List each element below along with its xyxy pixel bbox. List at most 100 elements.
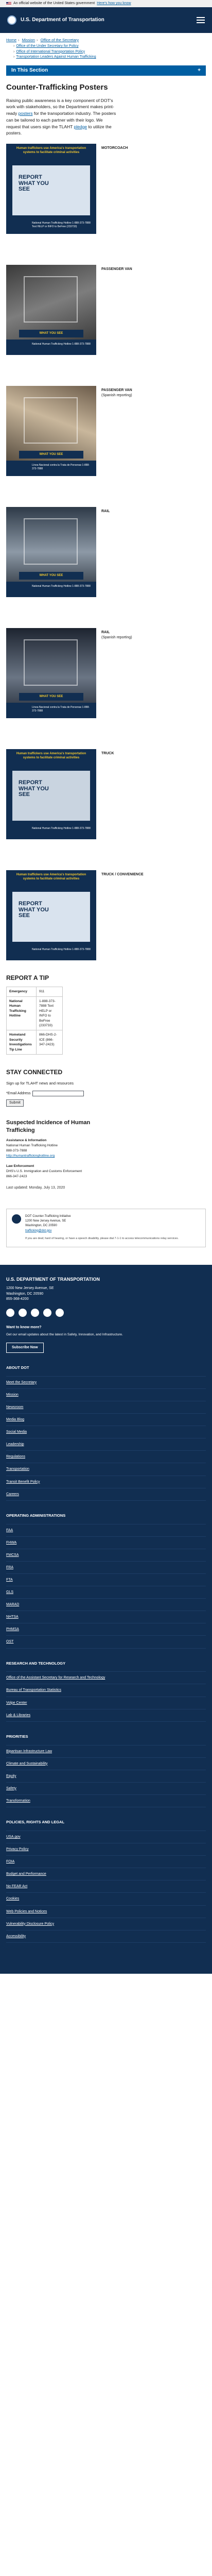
in-this-section-toggle[interactable]: In This Section + — [6, 65, 206, 76]
footer-link[interactable]: Bipartisan Infrastructure Law — [6, 1750, 52, 1753]
org-email-link[interactable]: trafficking@dot.gov — [25, 1229, 51, 1232]
footer-link[interactable]: Meet the Secretary — [6, 1381, 37, 1384]
footer-link[interactable]: Budget and Performance — [6, 1872, 46, 1876]
footer-link[interactable]: GLS — [6, 1590, 13, 1594]
breadcrumb-item: Transportation Leaders Against Human Tra… — [13, 55, 206, 60]
footer-link[interactable]: Privacy Policy — [6, 1848, 29, 1851]
email-field[interactable] — [32, 1091, 84, 1097]
poster-passenger-van[interactable]: WHAT YOU SEE National Human Trafficking … — [6, 265, 96, 355]
footer-want-text: Get our email updates about the latest i… — [6, 1333, 123, 1336]
footer-link[interactable]: Equity — [6, 1774, 16, 1778]
footer-link[interactable]: OST — [6, 1640, 13, 1643]
footer-link[interactable]: FRA — [6, 1566, 13, 1569]
breadcrumb-link[interactable]: Transportation Leaders Against Human Tra… — [16, 55, 96, 59]
table-row: Emergency 911 — [6, 987, 63, 997]
poster-row-motorcoach: Human traffickers use America's transpor… — [6, 144, 206, 234]
poster-rail[interactable]: WHAT YOU SEE National Human Trafficking … — [6, 507, 96, 597]
footer-group-operating: Operating Administrations FAA FHWA FMCSA… — [6, 1513, 206, 1649]
footer-link[interactable]: PHMSA — [6, 1628, 19, 1631]
in-this-section-label: In This Section — [11, 67, 48, 73]
footer-link[interactable]: NHTSA — [6, 1615, 19, 1619]
breadcrumb-office-secretary[interactable]: Office of the Secretary — [41, 38, 79, 42]
site-logo[interactable]: U.S. Department of Transportation — [7, 15, 104, 25]
posters-link[interactable]: posters — [19, 111, 33, 116]
footer-link[interactable]: Transformation — [6, 1799, 30, 1803]
poster-report-text: REPORT WHAT YOU SEE — [19, 174, 49, 193]
poster-headline: Human traffickers use America's transpor… — [16, 873, 86, 880]
footer-link[interactable]: Web Policies and Notices — [6, 1910, 47, 1913]
footer-link[interactable]: Volpe Center — [6, 1701, 27, 1705]
footer-link[interactable]: Transit Benefit Policy — [6, 1480, 40, 1484]
footer-link[interactable]: FMCSA — [6, 1553, 19, 1557]
hotline-link[interactable]: http://humantraffickinghotline.org — [6, 1154, 55, 1158]
footer-link[interactable]: Leadership — [6, 1443, 24, 1446]
footer-link[interactable]: Media Blog — [6, 1418, 24, 1421]
poster-motorcoach[interactable]: Human traffickers use America's transpor… — [6, 144, 96, 234]
poster-caption: Motorcoach — [101, 146, 128, 150]
assistance-heading: Assistance & Information — [6, 1139, 47, 1143]
footer-social — [6, 1308, 206, 1317]
poster-row-passenger-van-spanish: WHAT YOU SEE Línea Nacional contra la Tr… — [6, 386, 206, 476]
law-enforcement-block: Law Enforcement DHS's U.S. Immigration a… — [6, 1164, 206, 1179]
footer-link[interactable]: Newsroom — [6, 1405, 23, 1409]
footer-link[interactable]: USA.gov — [6, 1835, 21, 1839]
footer-link[interactable]: Social Media — [6, 1430, 27, 1434]
facebook-icon[interactable] — [6, 1308, 14, 1317]
breadcrumb-sublist: Office of the Under Secretary for Policy… — [6, 44, 206, 60]
poster-truck-convenience[interactable]: Human traffickers use America's transpor… — [6, 870, 96, 960]
footer-link[interactable]: FAA — [6, 1529, 13, 1532]
footer-link[interactable]: FTA — [6, 1578, 13, 1582]
breadcrumb-link[interactable]: Office of the Under Secretary for Policy — [16, 44, 78, 48]
footer-link[interactable]: Climate and Sustainability — [6, 1762, 48, 1766]
poster-passenger-van-spanish[interactable]: WHAT YOU SEE Línea Nacional contra la Tr… — [6, 386, 96, 476]
footer-link[interactable]: Vulnerability Disclosure Policy — [6, 1922, 54, 1926]
submit-button[interactable]: Submit — [6, 1099, 24, 1107]
twitter-icon[interactable] — [19, 1308, 27, 1317]
poster-truck[interactable]: Human traffickers use America's transpor… — [6, 749, 96, 839]
footer-group-title: Priorities — [6, 1734, 206, 1745]
footer-group-about: About DOT Meet the Secretary Mission New… — [6, 1365, 206, 1501]
org-name: DOT Counter-Trafficking Initiative — [25, 1214, 71, 1218]
instagram-icon[interactable] — [31, 1308, 39, 1317]
breadcrumb: Home› Mission› Office of the Secretary O… — [0, 33, 212, 60]
email-label: *Email Address — [6, 1091, 31, 1095]
footer-link[interactable]: FHWA — [6, 1541, 16, 1545]
footer-link[interactable]: Mission — [6, 1393, 19, 1397]
footer-link[interactable]: Regulations — [6, 1455, 25, 1459]
footer-link[interactable]: Accessibility — [6, 1935, 26, 1938]
breadcrumb-home[interactable]: Home — [6, 38, 16, 42]
poster-footer-text: National Human Trafficking Hotline 1-888… — [32, 343, 91, 346]
footer-group-title: Research and Technology — [6, 1661, 206, 1672]
poster-row-rail: WHAT YOU SEE National Human Trafficking … — [6, 507, 206, 597]
linkedin-icon[interactable] — [43, 1308, 51, 1317]
footer-link[interactable]: FOIA — [6, 1860, 14, 1863]
agency-name: U.S. Department of Transportation — [21, 16, 104, 23]
footer-link[interactable]: Safety — [6, 1787, 16, 1790]
table-cell: National Human Trafficking Hotline — [6, 996, 37, 1031]
footer-link[interactable]: No FEAR Act — [6, 1885, 27, 1888]
footer-link[interactable]: Bureau of Transportation Statistics — [6, 1688, 61, 1692]
breadcrumb-item: Office of the Under Secretary for Policy — [13, 44, 206, 49]
footer-address: 1200 New Jersey Avenue, SE Washington, D… — [6, 1286, 54, 1301]
law-enforcement-phone: 866-347-2423 — [6, 1175, 27, 1179]
footer-link[interactable]: Transportation — [6, 1467, 29, 1471]
breadcrumb-item: Office of International Transportation P… — [13, 49, 206, 55]
youtube-icon[interactable] — [56, 1308, 64, 1317]
footer-link[interactable]: Lab & Libraries — [6, 1714, 30, 1717]
poster-caption: Truck — [101, 752, 114, 755]
footer-link[interactable]: MARAD — [6, 1603, 19, 1606]
gov-banner-link[interactable]: Here's how you know — [97, 0, 131, 7]
footer-link[interactable]: Office of the Assistant Secretary for Re… — [6, 1676, 105, 1680]
subscribe-button[interactable]: Subscribe Now — [6, 1342, 44, 1353]
suspected-heading: Suspected Incidence of Human Trafficking — [6, 1120, 91, 1133]
report-tip-heading: Report a Tip — [6, 974, 49, 981]
footer-want-title: Want to know more? — [6, 1325, 42, 1329]
menu-icon[interactable] — [197, 17, 205, 23]
poster-row-truck: Human traffickers use America's transpor… — [6, 749, 206, 839]
pledge-link[interactable]: pledge — [74, 124, 87, 129]
breadcrumb-link[interactable]: Office of International Transportation P… — [16, 50, 85, 54]
footer-link[interactable]: Careers — [6, 1493, 19, 1496]
footer-link[interactable]: Cookies — [6, 1897, 19, 1901]
poster-rail-spanish[interactable]: WHAT YOU SEE Línea Nacional contra la Tr… — [6, 628, 96, 718]
breadcrumb-mission[interactable]: Mission — [22, 38, 35, 42]
